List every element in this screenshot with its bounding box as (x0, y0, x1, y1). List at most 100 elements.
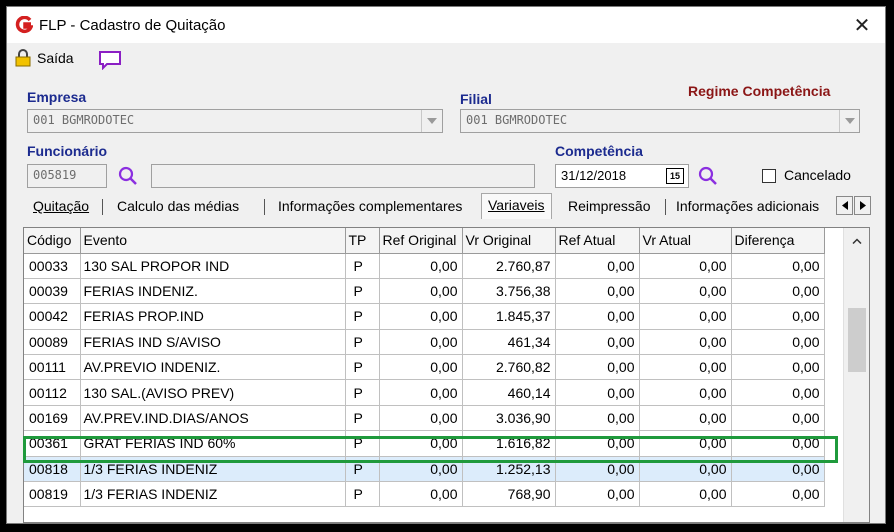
funcionario-name-field[interactable] (151, 164, 535, 188)
table-cell: 00111 (24, 354, 81, 381)
table-cell: FERIAS INDENIZ. (80, 278, 346, 305)
table-cell: 0,00 (639, 354, 732, 381)
column-header[interactable]: Vr Original (462, 228, 556, 254)
regime-label: Regime Competência (688, 83, 831, 99)
table-cell: 0,00 (555, 329, 640, 356)
tab-separator (102, 199, 103, 215)
table-cell: 0,00 (379, 405, 463, 432)
funcionario-search-icon[interactable] (117, 165, 139, 187)
table-row[interactable]: 00111 AV.PREVIO INDENIZ. P 0,00 2.760,82 0,00… (24, 354, 825, 381)
column-header[interactable]: Vr Atual (639, 228, 732, 254)
tab-strip: Quitação Calculo das médias Informações … (23, 193, 873, 219)
table-cell: 1.252,13 (462, 456, 556, 483)
table-cell: 0,00 (731, 481, 825, 508)
column-header[interactable]: Diferença (731, 228, 825, 254)
table-row[interactable]: 00089 FERIAS IND S/AVISO P 0,00 461,34 0,00 0,… (24, 329, 825, 356)
table-cell: 0,00 (639, 278, 732, 305)
table-cell: 00033 (24, 253, 81, 279)
tab-scroll-right-button[interactable] (854, 196, 871, 215)
table-cell: 0,00 (639, 405, 732, 432)
table-cell: P (345, 456, 380, 483)
table-cell: 00819 (24, 481, 81, 508)
competencia-label: Competência (555, 143, 643, 159)
message-icon[interactable] (97, 50, 123, 70)
close-button[interactable]: ✕ (839, 7, 885, 43)
table-row[interactable]: 00169 AV.PREV.IND.DIAS/ANOS P 0,00 3.036,90 0… (24, 405, 825, 432)
table-cell: 0,00 (555, 481, 640, 508)
column-header[interactable]: Ref Original (379, 228, 463, 254)
table-cell: 0,00 (379, 430, 463, 457)
tab-calculo-medias[interactable]: Calculo das médias (111, 195, 245, 217)
filial-select[interactable]: 001 BGMRODOTEC (460, 109, 860, 133)
column-header[interactable]: TP (345, 228, 380, 254)
column-header[interactable]: Ref Atual (555, 228, 640, 254)
table-cell: 00089 (24, 329, 81, 356)
competencia-search-icon[interactable] (697, 165, 719, 187)
scroll-thumb[interactable] (848, 308, 866, 372)
table-row[interactable]: 00039 FERIAS INDENIZ. P 0,00 3.756,38 0,00 0,0… (24, 278, 825, 305)
tab-informacoes-adicionais[interactable]: Informações adicionais (670, 195, 842, 217)
cancelado-checkbox[interactable] (762, 169, 776, 183)
table-cell: 2.760,82 (462, 354, 556, 381)
table-cell: 00361 (24, 430, 81, 457)
table-row[interactable]: 00818 1/3 FERIAS INDENIZ P 0,00 1.252,13 0,00… (24, 456, 825, 483)
table-cell: P (345, 430, 380, 457)
table-cell: AV.PREVIO INDENIZ. (80, 354, 346, 381)
table-cell: P (345, 253, 380, 279)
vertical-scrollbar[interactable] (843, 228, 869, 522)
table-row[interactable]: 00361 GRAT FERIAS IND 60% P 0,00 1.616,82 0,0… (24, 430, 825, 457)
calendar-icon[interactable]: 15 (666, 168, 684, 184)
table-cell: 0,00 (639, 329, 732, 356)
table-cell: 00169 (24, 405, 81, 432)
empresa-dropdown-button[interactable] (421, 110, 441, 132)
table-cell: P (345, 354, 380, 381)
table-cell: 768,90 (462, 481, 556, 508)
tab-variaveis[interactable]: Variaveis (481, 193, 552, 219)
column-header[interactable]: Evento (80, 228, 346, 254)
column-header[interactable]: Código (24, 228, 81, 254)
tab-quitacao[interactable]: Quitação (27, 195, 95, 217)
table-row[interactable]: 00042 FERIAS PROP.IND P 0,00 1.845,37 0,00 0,0… (24, 303, 825, 330)
chevron-down-icon (844, 118, 855, 124)
funcionario-code-field[interactable]: 005819 (27, 164, 107, 188)
table-row[interactable]: 00819 1/3 FERIAS INDENIZ P 0,00 768,90 0,00 0,… (24, 481, 825, 508)
table-cell: FERIAS IND S/AVISO (80, 329, 346, 356)
table-cell: 1/3 FERIAS INDENIZ (80, 481, 346, 508)
tab-informacoes-complementares[interactable]: Informações complementares (272, 195, 468, 217)
table-cell: P (345, 405, 380, 432)
table-cell: 1.616,82 (462, 430, 556, 457)
table-cell: 0,00 (639, 303, 732, 330)
table-cell: 0,00 (639, 253, 732, 279)
tab-scroll-left-button[interactable] (836, 196, 853, 215)
table-row[interactable]: 00033 130 SAL PROPOR IND P 0,00 2.760,87 0,00… (24, 253, 825, 279)
table-cell: 0,00 (731, 430, 825, 457)
table-cell: 0,00 (639, 430, 732, 457)
table-cell: 0,00 (555, 456, 640, 483)
table-cell: 0,00 (731, 329, 825, 356)
table-cell: 0,00 (555, 430, 640, 457)
table-cell: P (345, 278, 380, 305)
table-cell: 0,00 (379, 379, 463, 406)
variaveis-grid: Código Evento TP Ref Original Vr Original Ref… (23, 227, 870, 523)
table-cell: 2.760,87 (462, 253, 556, 279)
filial-dropdown-button[interactable] (839, 110, 859, 132)
table-cell: 00042 (24, 303, 81, 330)
arrow-left-icon (841, 201, 848, 210)
variaveis-table: Código Evento TP Ref Original Vr Original Ref… (24, 228, 825, 508)
table-cell: FERIAS PROP.IND (80, 303, 346, 330)
table-cell: AV.PREV.IND.DIAS/ANOS (80, 405, 346, 432)
table-cell: 0,00 (379, 303, 463, 330)
table-row[interactable]: 00112 130 SAL.(AVISO PREV) P 0,00 460,14 0,00… (24, 379, 825, 406)
empresa-select[interactable]: 001 BGMRODOTEC (27, 109, 443, 133)
table-cell: 3.756,38 (462, 278, 556, 305)
tab-separator (665, 199, 666, 215)
cancelado-label: Cancelado (784, 167, 851, 183)
competencia-value: 31/12/2018 (561, 168, 627, 183)
tab-reimpressao[interactable]: Reimpressão (562, 195, 656, 217)
saida-button[interactable]: Saída (15, 49, 74, 67)
table-cell: 0,00 (639, 481, 732, 508)
chevron-up-icon (852, 237, 862, 244)
table-cell: 0,00 (731, 456, 825, 483)
scroll-up-button[interactable] (844, 228, 869, 253)
table-cell: P (345, 481, 380, 508)
